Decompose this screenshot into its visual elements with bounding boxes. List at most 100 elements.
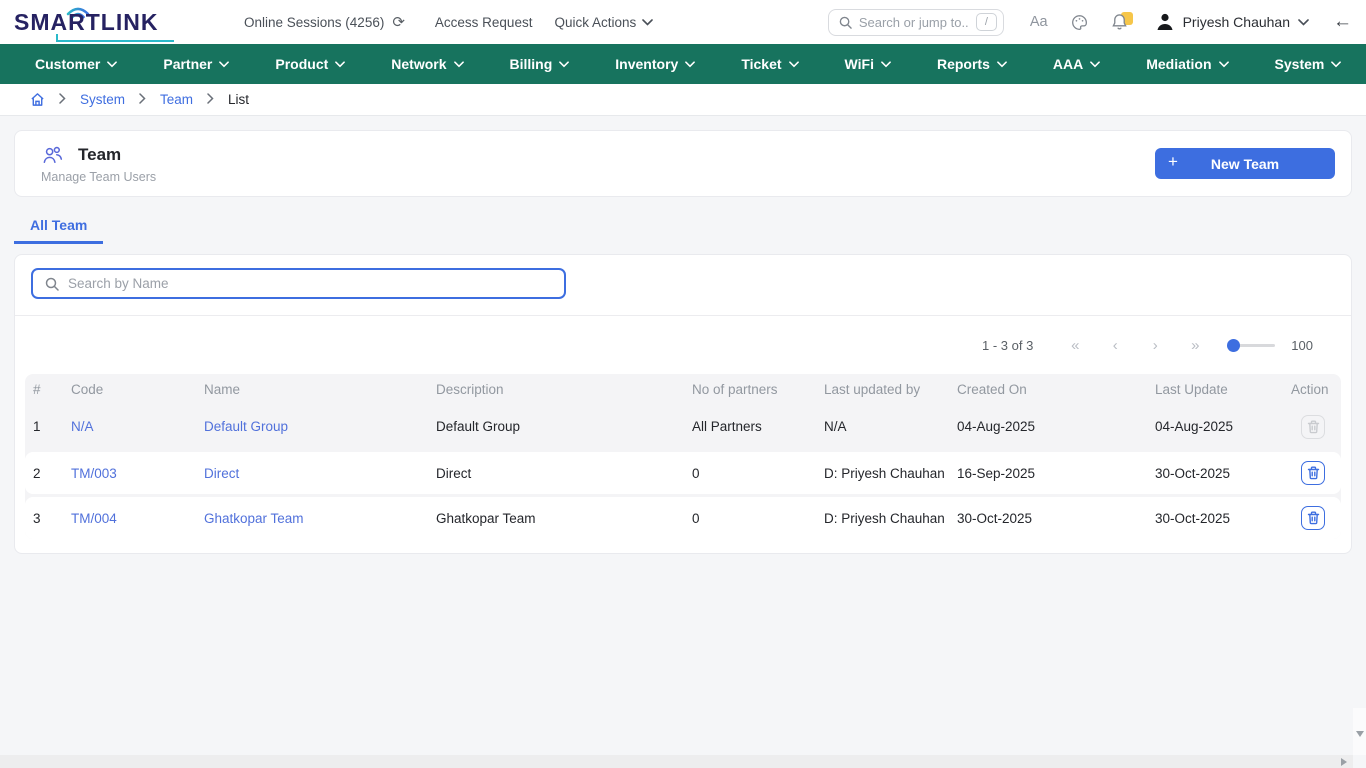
- font-size-toggle[interactable]: Aa: [1030, 14, 1048, 30]
- main-nav: Customer Partner Product Network Billing…: [0, 44, 1366, 84]
- breadcrumb-separator-icon: [139, 93, 146, 107]
- name-search-input[interactable]: [68, 276, 552, 291]
- chevron-down-icon: [997, 61, 1007, 68]
- content-area: Team Manage Team Users + New Team All Te…: [0, 116, 1366, 568]
- breadcrumb-system[interactable]: System: [80, 92, 125, 107]
- page-size-slider[interactable]: [1229, 344, 1275, 347]
- cell-code-link[interactable]: TM/004: [63, 511, 196, 526]
- pagination-range: 1 - 3 of 3: [982, 338, 1033, 353]
- search-icon: [839, 16, 852, 29]
- table-header-row: #CodeNameDescriptionNo of partnersLast u…: [25, 374, 1341, 404]
- chevron-down-icon: [881, 61, 891, 68]
- cell-description: Ghatkopar Team: [428, 511, 684, 526]
- scroll-right-arrow[interactable]: [1341, 758, 1347, 766]
- breadcrumb: System Team List: [0, 84, 1366, 116]
- nav-item-reports[interactable]: Reports: [914, 44, 1030, 84]
- table-row: 3 TM/004 Ghatkopar Team Ghatkopar Team 0…: [25, 497, 1341, 539]
- column-header: Name: [196, 382, 428, 397]
- user-name: Priyesh Chauhan: [1183, 14, 1290, 30]
- cell-number: 3: [25, 511, 63, 526]
- chevron-down-icon: [219, 61, 229, 68]
- cell-created-on: 30-Oct-2025: [949, 511, 1147, 526]
- nav-item-system[interactable]: System: [1252, 44, 1365, 84]
- cell-updated-by: N/A: [816, 419, 949, 434]
- nav-item-billing[interactable]: Billing: [487, 44, 593, 84]
- column-header: Last updated by: [816, 382, 949, 397]
- column-header: Last Update: [1147, 382, 1283, 397]
- nav-item-product[interactable]: Product: [252, 44, 368, 84]
- slider-track: [1229, 344, 1275, 347]
- prev-page-icon[interactable]: ‹: [1095, 337, 1135, 354]
- chevron-down-icon: [685, 61, 695, 68]
- global-search-input[interactable]: Search or jump to... /: [828, 9, 1004, 36]
- column-header: Code: [63, 382, 196, 397]
- online-sessions-label: Online Sessions (4256): [244, 15, 384, 30]
- pagination: 1 - 3 of 3 « ‹ › » 100: [15, 316, 1351, 354]
- trash-icon: [1307, 466, 1320, 480]
- trash-icon: [1307, 511, 1320, 525]
- quick-actions-menu[interactable]: Quick Actions: [554, 15, 653, 30]
- nav-item-ticket[interactable]: Ticket: [718, 44, 821, 84]
- name-search-field[interactable]: [31, 268, 566, 299]
- back-arrow-icon[interactable]: ←: [1333, 11, 1352, 33]
- cell-number: 1: [25, 419, 63, 434]
- cell-updated-by: D: Priyesh Chauhan: [816, 466, 949, 481]
- logo-tick: [56, 34, 58, 42]
- chevron-down-icon: [107, 61, 117, 68]
- delete-button: [1301, 415, 1325, 439]
- column-header: #: [25, 382, 63, 397]
- trash-icon: [1307, 420, 1320, 434]
- cell-code-link[interactable]: TM/003: [63, 466, 196, 481]
- delete-button[interactable]: [1301, 506, 1325, 530]
- nav-item-inventory[interactable]: Inventory: [592, 44, 718, 84]
- chevron-down-icon: [1298, 19, 1309, 26]
- nav-item-customer[interactable]: Customer: [12, 44, 140, 84]
- search-icon: [45, 277, 59, 291]
- logo-underline: [56, 40, 174, 42]
- breadcrumb-separator-icon: [207, 93, 214, 107]
- avatar-icon: [1155, 12, 1175, 32]
- delete-button[interactable]: [1301, 461, 1325, 485]
- smartlink-logo[interactable]: SMARTLINK: [14, 4, 182, 40]
- cell-name-link[interactable]: Default Group: [196, 419, 428, 434]
- chevron-down-icon: [559, 61, 569, 68]
- refresh-icon[interactable]: ⟳: [392, 13, 405, 31]
- new-team-button[interactable]: + New Team: [1155, 148, 1335, 179]
- horizontal-scrollbar[interactable]: [0, 755, 1353, 768]
- scroll-down-arrow[interactable]: [1356, 731, 1364, 737]
- nav-item-aaa[interactable]: AAA: [1030, 44, 1123, 84]
- cell-name-link[interactable]: Ghatkopar Team: [196, 511, 428, 526]
- column-header: No of partners: [684, 382, 816, 397]
- vertical-scrollbar[interactable]: [1353, 708, 1366, 755]
- top-header: SMARTLINK Online Sessions (4256) ⟳ Acces…: [0, 0, 1366, 44]
- table-row: 1 N/A Default Group Default Group All Pa…: [25, 404, 1341, 449]
- nav-item-mediation[interactable]: Mediation: [1123, 44, 1251, 84]
- nav-item-partner[interactable]: Partner: [140, 44, 252, 84]
- tab-all-team[interactable]: All Team: [14, 211, 103, 244]
- cell-code-link[interactable]: N/A: [63, 419, 196, 434]
- cell-name-link[interactable]: Direct: [196, 466, 428, 481]
- theme-palette-icon[interactable]: [1071, 14, 1088, 31]
- online-sessions[interactable]: Online Sessions (4256) ⟳: [244, 13, 405, 31]
- table-row: 2 TM/003 Direct Direct 0 D: Priyesh Chau…: [25, 452, 1341, 494]
- slider-handle[interactable]: [1227, 339, 1240, 352]
- list-card: 1 - 3 of 3 « ‹ › » 100 #CodeNameDescript…: [14, 254, 1352, 554]
- cell-partners: 0: [684, 466, 816, 481]
- cell-updated-by: D: Priyesh Chauhan: [816, 511, 949, 526]
- breadcrumb-list: List: [228, 92, 249, 107]
- breadcrumb-separator-icon: [59, 93, 66, 107]
- chevron-down-icon: [1090, 61, 1100, 68]
- breadcrumb-team[interactable]: Team: [160, 92, 193, 107]
- nav-item-network[interactable]: Network: [368, 44, 486, 84]
- home-icon[interactable]: [30, 92, 45, 107]
- next-page-icon[interactable]: ›: [1135, 337, 1175, 354]
- user-menu[interactable]: Priyesh Chauhan: [1155, 12, 1309, 32]
- access-request-link[interactable]: Access Request: [435, 15, 533, 30]
- team-table: #CodeNameDescriptionNo of partnersLast u…: [25, 374, 1341, 539]
- chevron-down-icon: [454, 61, 464, 68]
- last-page-icon[interactable]: »: [1175, 337, 1215, 354]
- nav-item-wifi[interactable]: WiFi: [822, 44, 914, 84]
- notifications-bell-icon[interactable]: [1111, 13, 1129, 31]
- first-page-icon[interactable]: «: [1055, 337, 1095, 354]
- chevron-down-icon: [335, 61, 345, 68]
